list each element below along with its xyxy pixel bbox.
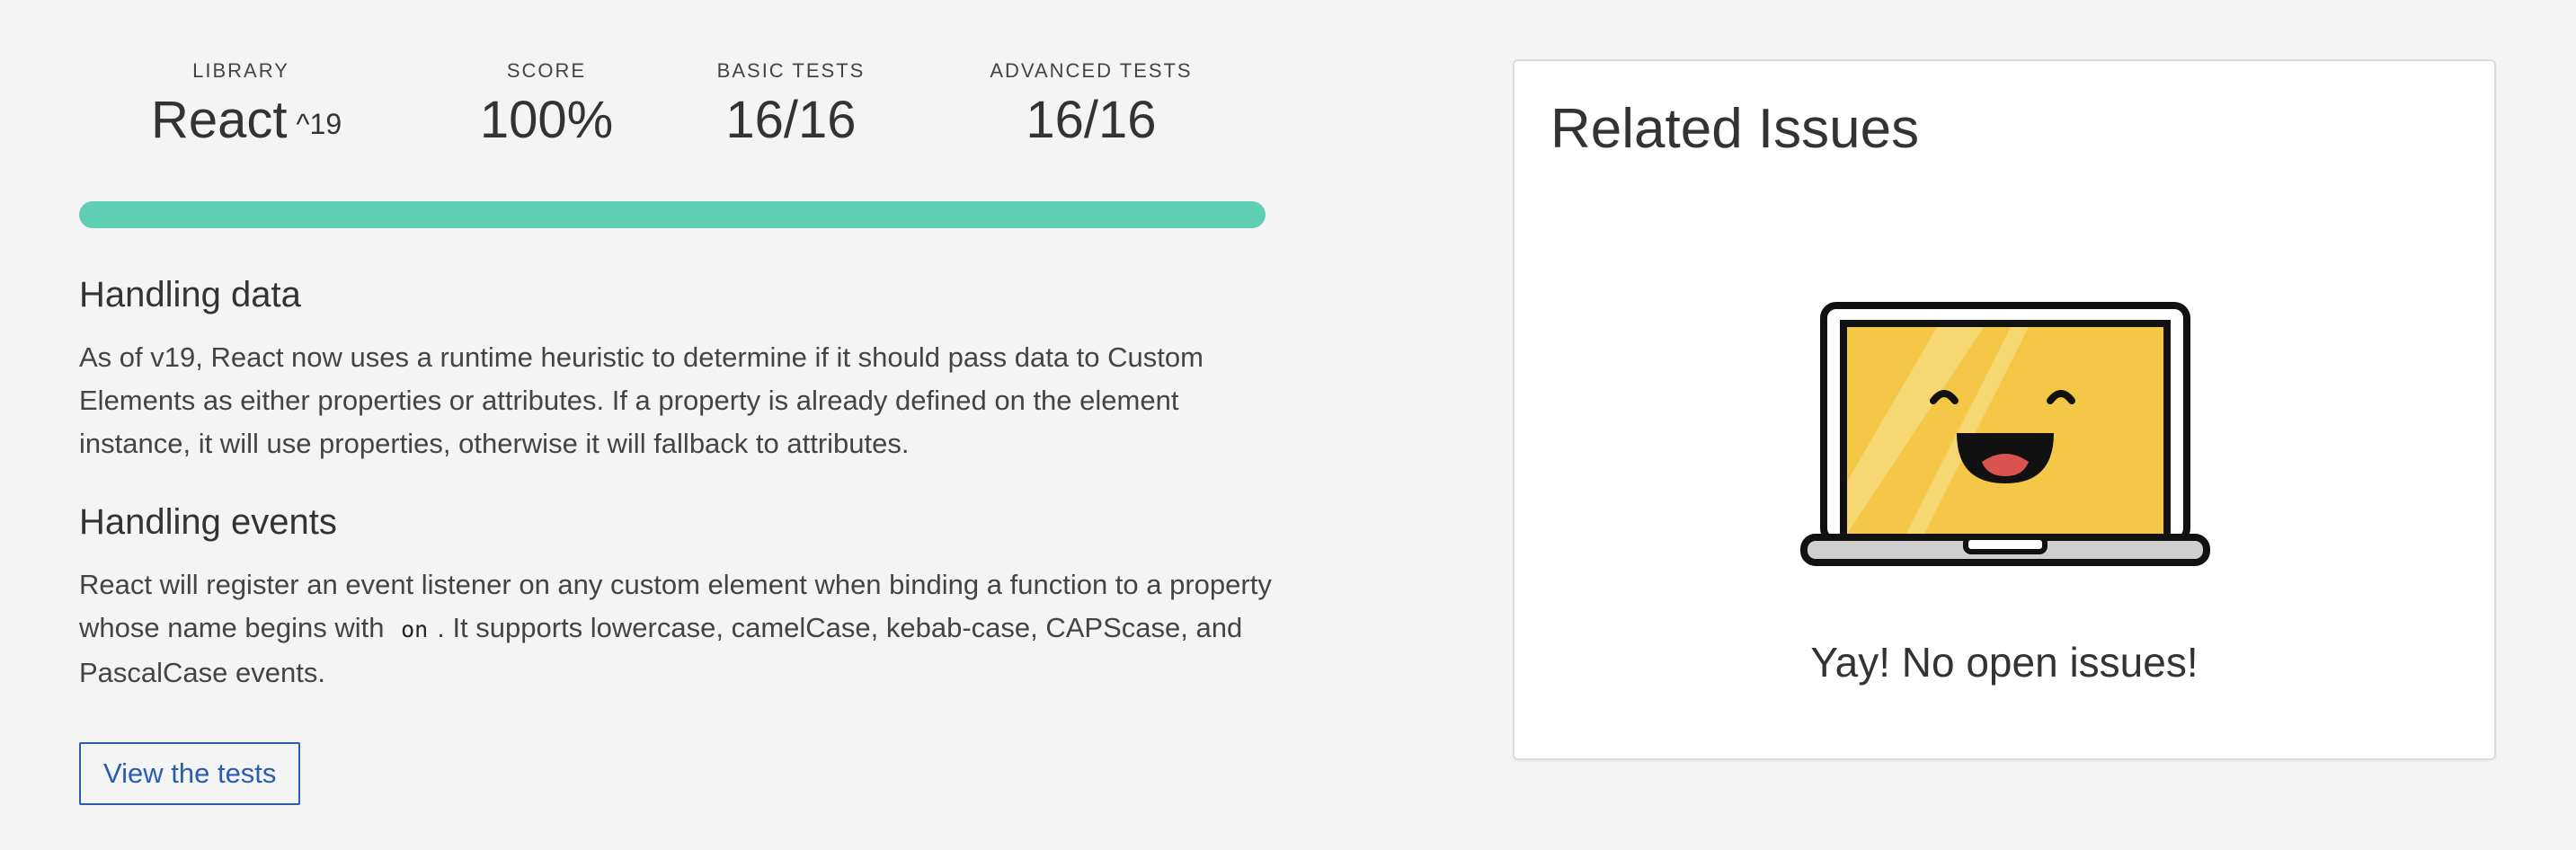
stat-library-label: Library bbox=[192, 59, 289, 82]
stat-advanced-tests: Advanced Tests 16/16 bbox=[974, 59, 1208, 149]
stat-basic-tests: Basic Tests 16/16 bbox=[701, 59, 881, 149]
stats-row: Library React ^19 Score 100% Basic Tests … bbox=[79, 59, 1266, 167]
view-tests-button[interactable]: View the tests bbox=[79, 742, 301, 805]
events-code-on: on bbox=[392, 615, 438, 644]
stat-score: Score 100% bbox=[457, 59, 636, 149]
section-handling-data: Handling data As of v19, React now uses … bbox=[79, 273, 1275, 465]
stat-basic-tests-value: 16/16 bbox=[725, 91, 857, 149]
section-handling-data-body: As of v19, React now uses a runtime heur… bbox=[79, 341, 1204, 459]
score-progress-fill bbox=[79, 201, 1266, 228]
happy-laptop-icon bbox=[1800, 302, 2210, 566]
stat-library: Library React ^19 bbox=[151, 59, 342, 153]
section-handling-events-title: Handling events bbox=[79, 502, 337, 542]
section-handling-events: Handling events React will register an e… bbox=[79, 500, 1275, 695]
related-issues-title: Related Issues bbox=[1550, 98, 1920, 160]
score-progress-bar bbox=[79, 201, 1266, 228]
section-handling-data-title: Handling data bbox=[79, 275, 301, 314]
stat-advanced-tests-value: 16/16 bbox=[1026, 91, 1157, 149]
library-name: React bbox=[151, 91, 288, 149]
no-issues-message: Yay! No open issues! bbox=[1810, 639, 2198, 686]
library-version: ^19 bbox=[296, 107, 342, 140]
stat-advanced-tests-label: Advanced Tests bbox=[990, 59, 1193, 82]
stat-library-value: React ^19 bbox=[151, 91, 342, 153]
stat-basic-tests-label: Basic Tests bbox=[716, 59, 866, 82]
stat-score-value: 100% bbox=[479, 91, 614, 149]
related-issues-card: Related Issues Yay! No open issues! bbox=[1513, 59, 2496, 760]
section-handling-events-body: React will register an event listener on… bbox=[79, 563, 1275, 695]
stat-score-label: Score bbox=[506, 59, 587, 82]
